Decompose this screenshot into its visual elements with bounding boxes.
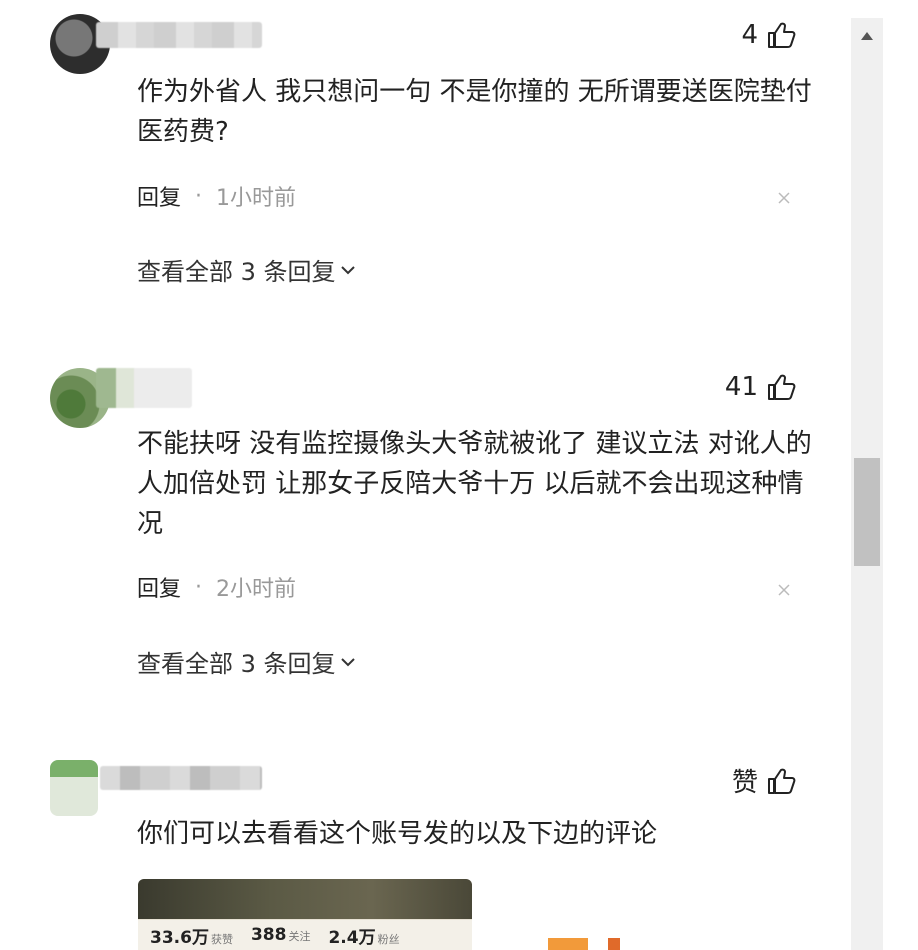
comment-time: 1小时前 [216,186,297,211]
thumbs-up-icon[interactable] [766,372,796,402]
like-count[interactable]: 4 [741,20,796,50]
close-icon[interactable] [777,583,791,597]
scrollbar[interactable] [851,18,883,950]
separator-dot: · [195,183,203,209]
comment-time: 2小时前 [216,577,297,602]
chevron-down-icon [340,657,355,666]
thumbs-up-icon[interactable] [766,766,796,796]
like-count[interactable]: 赞 [732,762,796,799]
avatar[interactable] [50,760,98,816]
stat-fans: 2.4万 粉丝 [328,927,400,948]
image-attachment[interactable]: 33.6万 获赞 388 关注 2.4万 粉丝 [138,879,472,950]
username-blurred[interactable] [100,766,262,790]
scroll-up-arrow-icon[interactable] [861,32,873,40]
bottom-toolbar-partial[interactable] [548,938,868,950]
comment-meta: 回复 · 2小时前 [137,571,296,603]
expand-replies-label: 查看全部 3 条回复 [137,650,336,678]
stat-following: 388 关注 [250,925,311,945]
expand-replies-button[interactable]: 查看全部 3 条回复 [137,644,356,679]
separator-dot: · [195,574,203,600]
comment-text: 作为外省人 我只想问一句 不是你撞的 无所谓要送医院垫付医药费? [137,77,812,147]
username-blurred[interactable] [96,22,262,48]
profile-screenshot-header [138,879,472,919]
like-count[interactable]: 41 [725,372,796,402]
like-count-value: 41 [724,372,758,402]
comment-meta: 回复 · 1小时前 [137,180,296,212]
expand-replies-label: 查看全部 3 条回复 [137,258,336,286]
username-blurred[interactable] [96,368,192,408]
reply-button[interactable]: 回复 [137,571,181,603]
comment-list: 4 作为外省人 我只想问一句 不是你撞的 无所谓要送医院垫付医药费? 回复 · … [0,0,868,950]
profile-stats: 33.6万 获赞 388 关注 2.4万 粉丝 [138,920,472,950]
comment-text: 你们可以去看看这个账号发的以及下边的评论 [137,819,658,849]
close-icon[interactable] [777,191,791,205]
scroll-thumb[interactable] [854,458,880,566]
stat-likes: 33.6万 获赞 [150,927,233,948]
like-count-value: 4 [741,20,758,50]
like-label: 赞 [731,768,758,798]
chevron-down-icon [340,265,355,274]
reply-button[interactable]: 回复 [137,180,181,212]
expand-replies-button[interactable]: 查看全部 3 条回复 [137,252,356,287]
thumbs-up-icon[interactable] [766,20,796,50]
comment-text: 不能扶呀 没有监控摄像头大爷就被讹了 建议立法 对讹人的人加倍处罚 让那女子反陪… [137,429,812,539]
